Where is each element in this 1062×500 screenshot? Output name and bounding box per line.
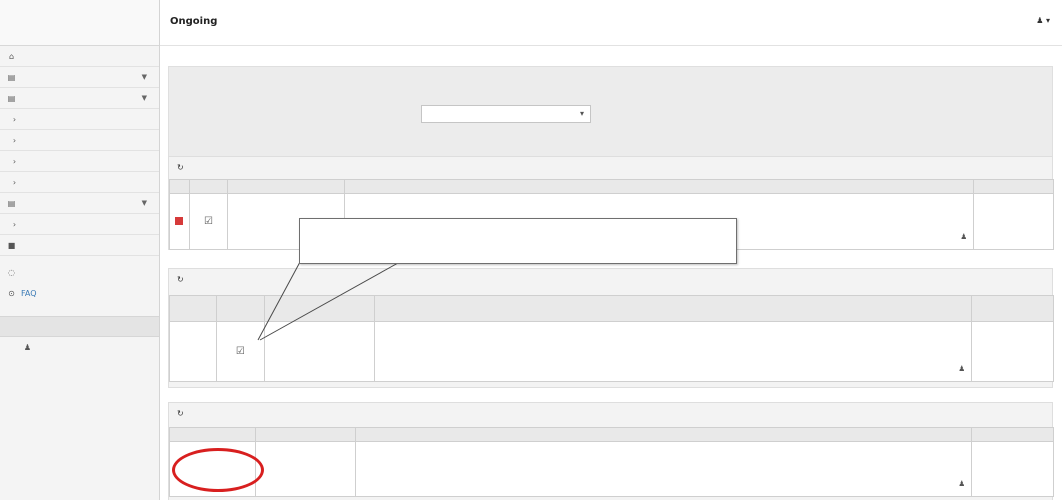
chevron-down-icon: ▼ (141, 73, 147, 81)
chevron-right-icon: › (12, 114, 17, 124)
project-owner: ♟ (958, 479, 965, 488)
refresh-icon: ↻ (177, 275, 184, 284)
column-header (188, 179, 228, 194)
status-cell (973, 193, 1054, 250)
table-row: ♟ (169, 441, 1054, 497)
column-header (226, 179, 345, 194)
sidebar-item-label: FAQ (21, 289, 37, 298)
table-header-row (169, 179, 1054, 194)
project-number-cell (254, 441, 356, 497)
filter-panel: ▾ (168, 66, 1053, 162)
sidebar-subitem-5[interactable]: › (0, 214, 159, 235)
sidebar: ⌂ ▤ ▼ ▤ ▼ › › › › ▤ ▼ › ■ ◌ ⊙ FAQ ♟ (0, 0, 160, 500)
brand-title (0, 0, 159, 46)
page-title: Ongoing (170, 16, 217, 27)
table-completed: ♟ (169, 427, 1054, 497)
sidebar-item-user[interactable]: ■ (0, 235, 159, 256)
sidebar-subitem-4[interactable]: › (0, 172, 159, 193)
column-header (254, 427, 356, 442)
user-icon: ■ (7, 240, 16, 250)
sidebar-subitem-3[interactable]: › (0, 151, 159, 172)
chevron-right-icon: › (12, 177, 17, 187)
list-icon: ▤ (7, 93, 16, 103)
sidebar-section-header (0, 316, 159, 337)
panel-title: ↻ (169, 269, 1052, 291)
panel-completed: ↻ ♟ (168, 402, 1054, 500)
action-link[interactable] (169, 321, 217, 382)
sidebar-subitem-1[interactable]: › (0, 109, 159, 130)
sidebar-link-faq[interactable]: ⊙ FAQ (0, 283, 159, 304)
status-cell (971, 321, 1054, 382)
callout-box (299, 218, 737, 264)
delete-cell[interactable] (169, 193, 190, 250)
sidebar-user-item[interactable]: ♟ (0, 337, 159, 358)
edit-cell[interactable]: ☑ (215, 321, 265, 382)
column-header (971, 427, 1054, 442)
user-icon: ♟ (958, 479, 966, 488)
sidebar-item-home[interactable]: ⌂ (0, 46, 159, 67)
edit-icon[interactable]: ☑ (236, 346, 245, 357)
sidebar-item-proposal[interactable]: ▤ ▼ (0, 67, 159, 88)
highlight-circle (172, 448, 264, 492)
column-header (973, 179, 1054, 194)
home-icon: ⌂ (8, 51, 15, 61)
user-icon: ♟ (958, 364, 966, 373)
refresh-icon: ↻ (177, 409, 184, 418)
table-approved: ☑ ♟ (169, 295, 1054, 382)
panel-title: ↻ (169, 157, 1052, 179)
column-header (169, 427, 256, 442)
user-icon: ♟ (960, 232, 968, 241)
project-number-cell (263, 321, 375, 382)
help-icon: ⊙ (8, 289, 15, 298)
refresh-icon: ↻ (177, 163, 184, 172)
project-cell: ♟ (354, 441, 973, 497)
column-header (169, 295, 217, 322)
panel-title: ↻ (169, 403, 1052, 425)
edit-cell[interactable]: ☑ (188, 193, 228, 250)
user-icon: ♟ ▾ (1036, 16, 1050, 25)
list-icon: ▤ (7, 198, 16, 208)
page-title-bold: Ongoing (170, 16, 218, 27)
sidebar-link-1[interactable]: ◌ (0, 262, 159, 283)
user-icon: ♟ (23, 343, 32, 352)
column-header (354, 427, 973, 442)
chevron-right-icon: › (12, 219, 17, 229)
chevron-down-icon: ▼ (141, 199, 147, 207)
chevron-down-icon: ▼ (141, 94, 147, 102)
table-header-row (169, 427, 1054, 442)
column-header (343, 179, 975, 194)
user-menu[interactable]: ♟ ▾ (1036, 16, 1054, 25)
sidebar-item-ongoing[interactable]: ▤ ▼ (0, 88, 159, 109)
project-owner: ♟ (960, 232, 967, 241)
column-header (169, 179, 190, 194)
panel-approved: ↻ ☑ ♟ (168, 268, 1054, 388)
status-cell (971, 441, 1054, 497)
column-header (373, 295, 973, 322)
edit-icon[interactable]: ☑ (204, 216, 213, 227)
chevron-down-icon: ▾ (579, 109, 584, 118)
sidebar-item-evaluation[interactable]: ▤ ▼ (0, 193, 159, 214)
column-header (263, 295, 375, 322)
chevron-right-icon: › (12, 135, 17, 145)
main-content: ▾ ↻ ☑ ♟ ↻ ☑ ♟ ↻ ♟ (160, 46, 1062, 500)
column-header (971, 295, 1054, 322)
sidebar-subitem-2[interactable]: › (0, 130, 159, 151)
project-owner: ♟ (958, 364, 965, 373)
table-header-row (169, 295, 1054, 322)
chevron-right-icon: › (12, 156, 17, 166)
top-header: Ongoing ♟ ▾ (160, 0, 1062, 46)
column-header (215, 295, 265, 322)
project-cell: ♟ (373, 321, 973, 382)
table-row: ☑ ♟ (169, 321, 1054, 382)
delete-icon[interactable] (175, 216, 184, 225)
link-icon: ◌ (8, 268, 15, 277)
list-icon: ▤ (7, 72, 16, 82)
status-select[interactable]: ▾ (421, 105, 591, 123)
